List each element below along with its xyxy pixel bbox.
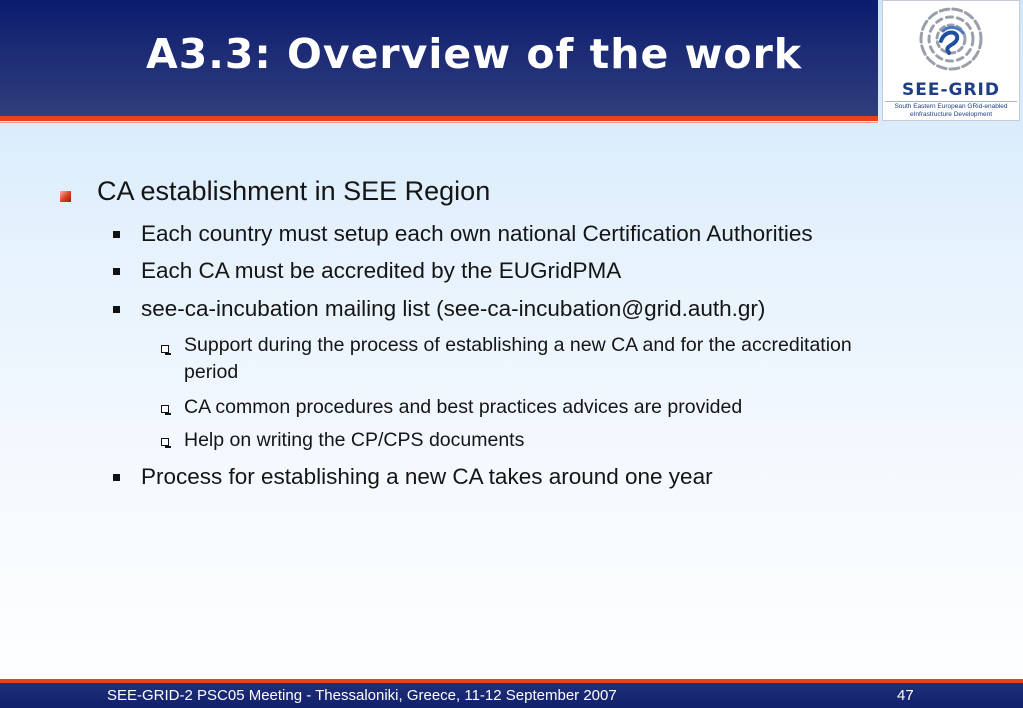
- footer-bar: SEE-GRID-2 PSC05 Meeting - Thessaloniki,…: [0, 683, 1023, 708]
- bullet-level2: Each country must setup each own nationa…: [141, 221, 813, 246]
- bullet-level2: Each CA must be accredited by the EUGrid…: [141, 258, 622, 283]
- bullet-square-red-icon: [60, 191, 71, 202]
- bullet-hollow-square-icon: [161, 438, 171, 448]
- bullet-level3: Help on writing the CP/CPS documents: [184, 429, 525, 451]
- slide: A3.3: Overview of the work SEE-GRID Sout…: [0, 0, 1023, 708]
- bullet-square-icon: [113, 231, 120, 238]
- bullet-level1: CA establishment in SEE Region: [97, 176, 491, 206]
- bullet-hollow-square-icon: [161, 345, 171, 355]
- bullet-level3: Support during the process of establishi…: [184, 334, 852, 383]
- bullet-square-icon: [113, 474, 120, 481]
- footer-caption: SEE-GRID-2 PSC05 Meeting - Thessaloniki,…: [107, 687, 617, 704]
- slide-body: CA establishment in SEE Region Each coun…: [0, 0, 1023, 680]
- bullet-level2: see-ca-incubation mailing list (see-ca-i…: [141, 296, 766, 321]
- bullet-hollow-square-icon: [161, 405, 171, 415]
- page-number: 47: [897, 687, 914, 704]
- bullet-square-icon: [113, 268, 120, 275]
- bullet-square-icon: [113, 306, 120, 313]
- bullet-level3: CA common procedures and best practices …: [184, 396, 743, 418]
- bullet-level2: Process for establishing a new CA takes …: [141, 464, 713, 489]
